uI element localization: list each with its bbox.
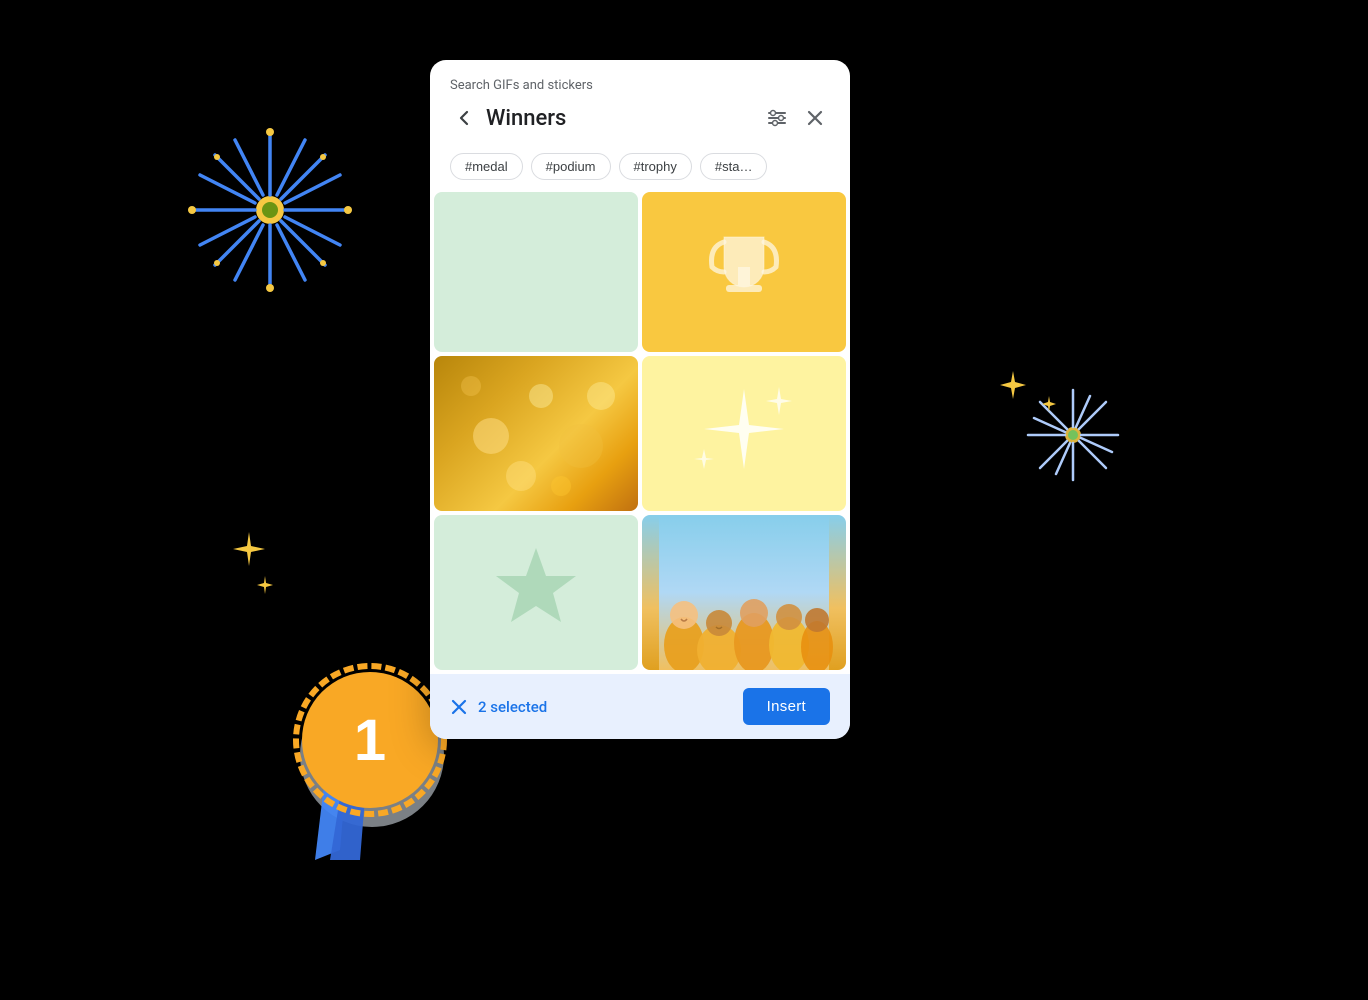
bottom-bar: 2 selected Insert bbox=[430, 674, 850, 739]
dialog-nav: Winners bbox=[450, 103, 830, 133]
tag-medal[interactable]: #medal bbox=[450, 153, 523, 180]
gif-cell-2[interactable] bbox=[642, 192, 846, 352]
gold-sparkle-large bbox=[230, 530, 268, 572]
gif-cell-1[interactable] bbox=[434, 192, 638, 352]
filter-button[interactable] bbox=[760, 103, 794, 133]
gif-cell-4[interactable] bbox=[642, 356, 846, 511]
blue-starburst-decoration bbox=[160, 100, 380, 320]
back-button[interactable] bbox=[450, 104, 478, 132]
tag-trophy[interactable]: #trophy bbox=[619, 153, 692, 180]
gold-sparkle-small bbox=[255, 575, 275, 599]
gif-grid bbox=[430, 192, 850, 670]
search-label: Search GIFs and stickers bbox=[450, 78, 830, 93]
gold-sparkle-right-small bbox=[1040, 395, 1058, 417]
dialog-panel: Search GIFs and stickers Winners bbox=[430, 60, 850, 739]
gif-cell-6[interactable] bbox=[642, 515, 846, 670]
tag-sta[interactable]: #sta… bbox=[700, 153, 768, 180]
selected-count-text: 2 selected bbox=[478, 698, 547, 716]
gif-cell-3[interactable] bbox=[434, 356, 638, 511]
selected-info: 2 selected bbox=[450, 698, 547, 716]
dialog-title: Winners bbox=[486, 106, 566, 131]
tag-podium[interactable]: #podium bbox=[531, 153, 611, 180]
close-button[interactable] bbox=[800, 105, 830, 131]
insert-button[interactable]: Insert bbox=[743, 688, 830, 725]
tags-row: #medal #podium #trophy #sta… bbox=[430, 147, 850, 192]
gif-cell-5[interactable] bbox=[434, 515, 638, 670]
dialog-header: Search GIFs and stickers Winners bbox=[430, 60, 850, 147]
svg-text:1: 1 bbox=[354, 708, 386, 773]
gold-sparkle-right-large bbox=[998, 370, 1028, 404]
light-starburst-decoration bbox=[1018, 380, 1128, 490]
clear-selection-button[interactable] bbox=[450, 698, 468, 716]
